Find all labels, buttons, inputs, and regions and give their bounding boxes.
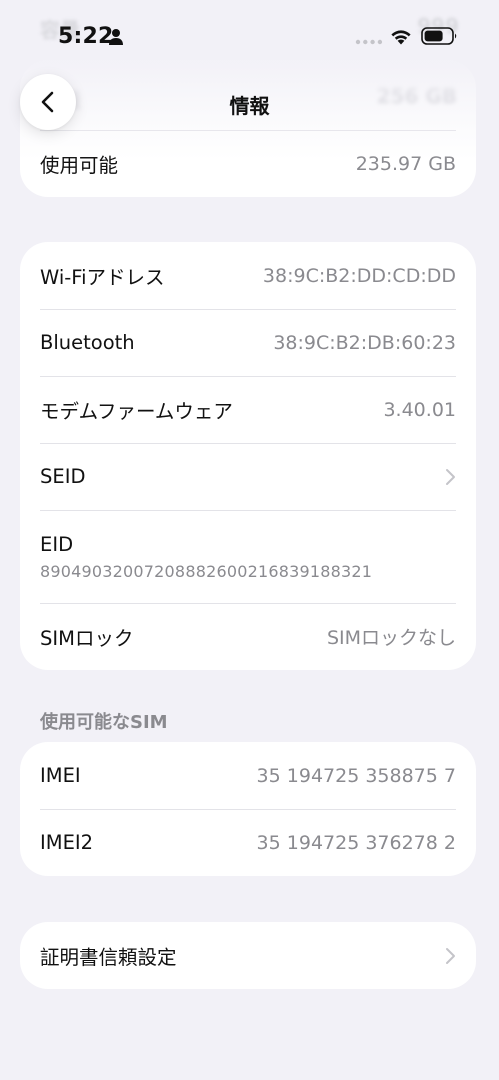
imei-value: 35 194725 358875 7 xyxy=(256,764,456,787)
network-info-group: Wi-Fiアドレス 38:9C:B2:DD:CD:DD Bluetooth 38… xyxy=(20,242,476,670)
seid-row[interactable]: SEID xyxy=(20,443,476,510)
modem-firmware-row: モデムファームウェア 3.40.01 xyxy=(20,376,476,443)
available-capacity-row: 使用可能 235.97 GB xyxy=(20,130,476,197)
wifi-address-row: Wi-Fiアドレス 38:9C:B2:DD:CD:DD xyxy=(20,242,476,309)
status-time: 5:22 xyxy=(58,24,114,49)
wifi-icon xyxy=(391,30,411,45)
bluetooth-row: Bluetooth 38:9C:B2:DB:60:23 xyxy=(20,309,476,376)
seid-label: SEID xyxy=(40,465,86,488)
eid-value: 89049032007208882600216839188321 xyxy=(40,561,373,581)
wifi-address-label: Wi-Fiアドレス xyxy=(40,266,165,289)
imei-row: IMEI 35 194725 358875 7 xyxy=(20,742,476,809)
modem-firmware-label: モデムファームウェア xyxy=(40,400,233,423)
imei2-value: 35 194725 376278 2 xyxy=(256,831,456,854)
bluetooth-label: Bluetooth xyxy=(40,331,135,354)
eid-row: EID 89049032007208882600216839188321 xyxy=(20,510,476,603)
available-sim-header: 使用可能なSIM xyxy=(40,712,168,733)
certificate-group: 証明書信頼設定 xyxy=(20,922,476,989)
certificate-trust-label: 証明書信頼設定 xyxy=(40,946,177,969)
page-title: 情報 xyxy=(229,94,270,118)
certificate-trust-row[interactable]: 証明書信頼設定 xyxy=(20,922,476,989)
imei2-label: IMEI2 xyxy=(40,831,94,854)
battery-icon xyxy=(421,27,457,45)
cellular-signal-icon xyxy=(355,39,383,45)
available-sim-group: IMEI 35 194725 358875 7 IMEI2 35 194725 … xyxy=(20,742,476,876)
modem-firmware-value: 3.40.01 xyxy=(383,398,456,421)
available-label: 使用可能 xyxy=(40,154,119,177)
status-bar: 容量 999 5:22 xyxy=(0,0,499,70)
bluetooth-value: 38:9C:B2:DB:60:23 xyxy=(273,331,456,354)
chevron-right-icon xyxy=(446,947,455,964)
eid-label: EID xyxy=(40,532,74,556)
settings-about-screen: 容量 256 GB 使用可能 235.97 GB 容量 999 5:22 xyxy=(0,0,499,1080)
available-value: 235.97 GB xyxy=(355,152,456,175)
sim-lock-row: SIMロック SIMロックなし xyxy=(20,603,476,670)
imei-label: IMEI xyxy=(40,764,81,787)
person-icon xyxy=(109,29,123,45)
navigation-bar: 情報 xyxy=(0,70,499,136)
chevron-right-icon xyxy=(446,468,455,485)
imei2-row: IMEI2 35 194725 376278 2 xyxy=(20,809,476,876)
sim-lock-value: SIMロックなし xyxy=(326,627,456,649)
wifi-address-value: 38:9C:B2:DD:CD:DD xyxy=(262,264,456,287)
sim-lock-label: SIMロック xyxy=(40,627,134,650)
